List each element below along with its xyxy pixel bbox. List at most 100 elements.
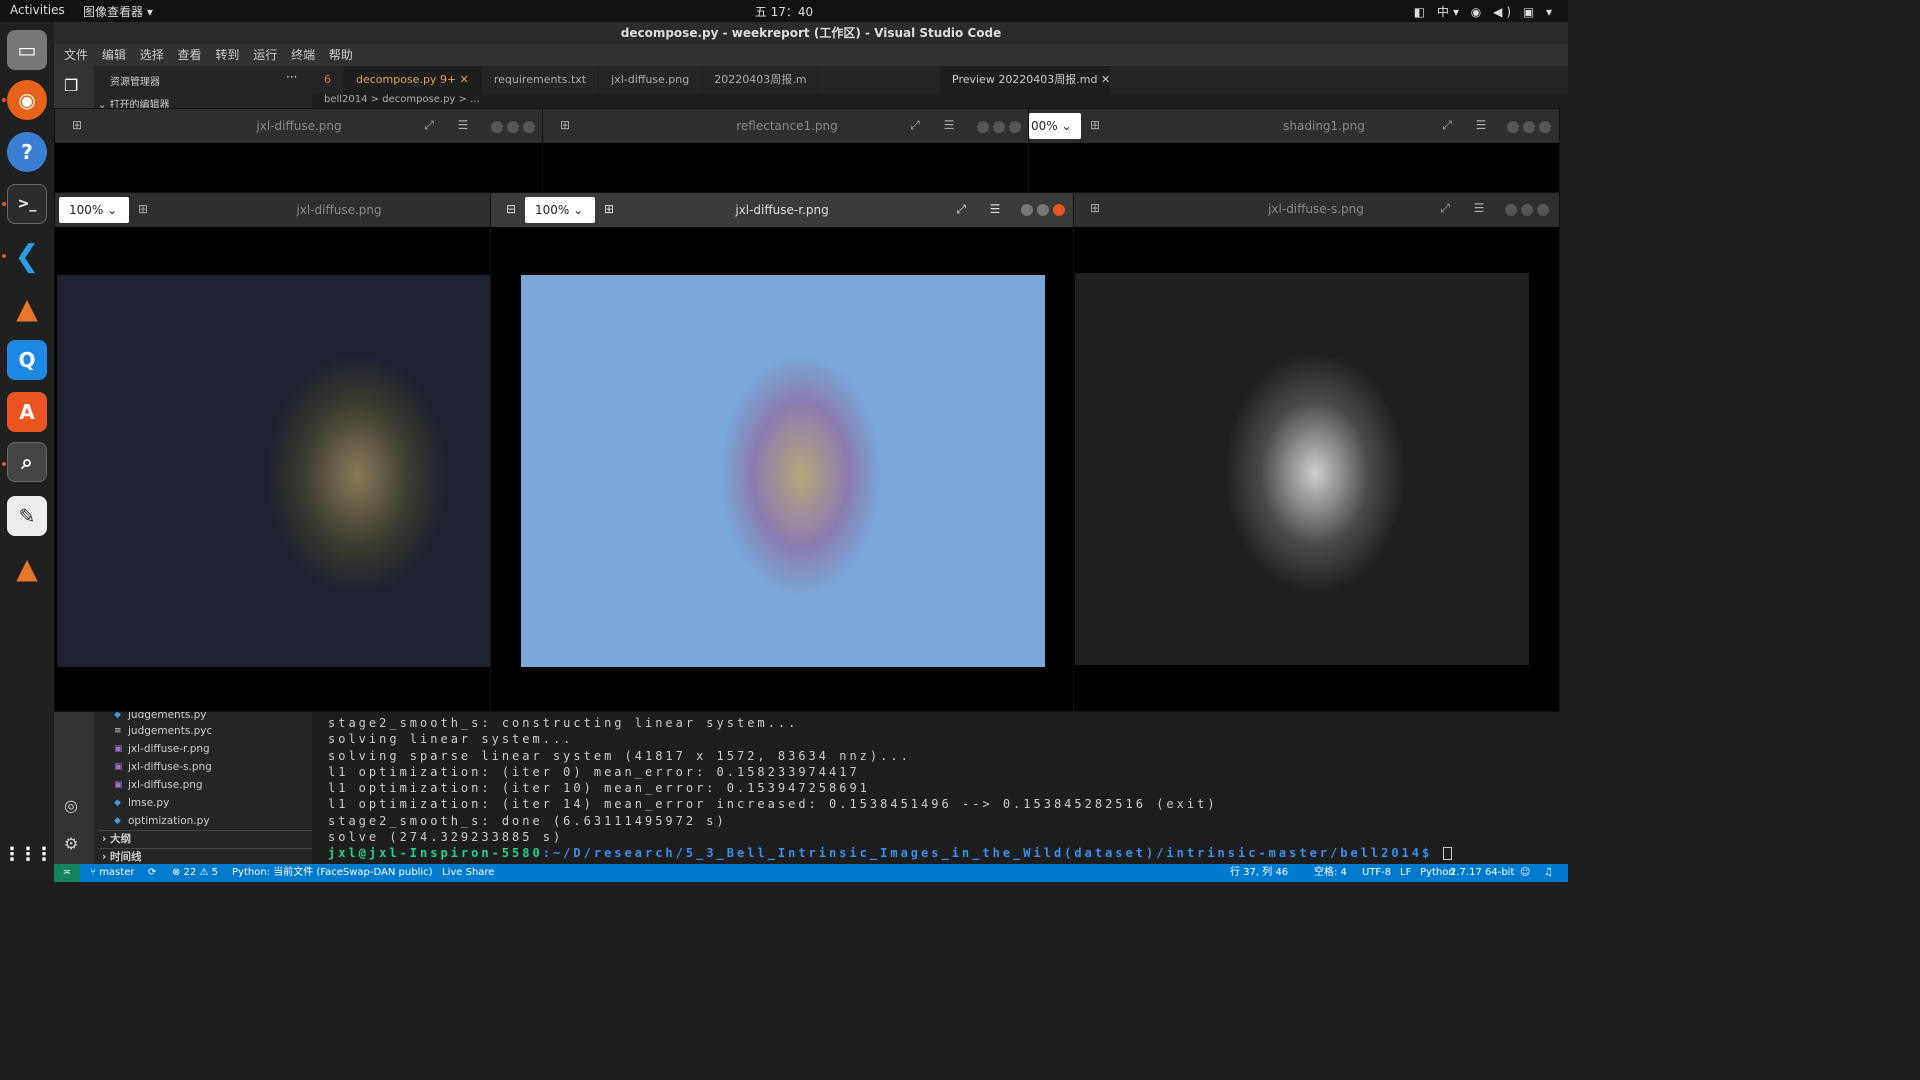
menu-terminal[interactable]: 终端: [291, 48, 315, 62]
tab-weekly-report[interactable]: 20220403周报.m: [702, 66, 820, 94]
image-viewer-icon[interactable]: ⌕: [7, 442, 47, 482]
maximize-button[interactable]: [1523, 121, 1535, 133]
interpreter[interactable]: 2.7.17 64-bit: [1450, 864, 1514, 882]
list-item[interactable]: ≡ judgements.pyc: [114, 722, 213, 740]
minimize-button[interactable]: [1507, 121, 1519, 133]
list-item[interactable]: ▣ jxl-diffuse.png: [114, 776, 203, 794]
maximize-button[interactable]: [1037, 204, 1049, 216]
system-tray[interactable]: ◧ 中▾ ◉ ◀) ▣ ▾: [1414, 3, 1556, 20]
feedback-icon[interactable]: ☺: [1520, 864, 1530, 882]
maximize-button[interactable]: [1521, 204, 1533, 216]
cursor-position[interactable]: 行 37, 列 46: [1230, 864, 1288, 882]
fullscreen-icon[interactable]: ⤢: [907, 118, 923, 134]
text-editor-icon[interactable]: ✎: [7, 496, 47, 536]
matlab-icon[interactable]: ▲: [7, 288, 47, 328]
menu-icon[interactable]: ☰: [1471, 201, 1487, 217]
fullscreen-icon[interactable]: ⤢: [953, 202, 969, 218]
terminal-line: solve (274.329233885 s): [328, 830, 564, 845]
file-name: judgements.pyc: [128, 725, 213, 737]
close-button[interactable]: [1009, 121, 1021, 133]
terminal-panel[interactable]: stage2_smooth_s: constructing linear sys…: [312, 712, 1568, 864]
encoding[interactable]: UTF-8: [1362, 864, 1391, 882]
tab-preview[interactable]: Preview 20220403周报.md ✕: [940, 66, 1110, 94]
preview-tabs: Preview 20220403周报.md ✕: [940, 66, 1568, 94]
running-indicator: [2, 202, 6, 206]
fullscreen-icon[interactable]: ⤢: [421, 118, 437, 134]
minimize-button[interactable]: [1505, 204, 1517, 216]
menu-selection[interactable]: 选择: [140, 48, 164, 62]
more-actions-icon[interactable]: ···: [286, 70, 297, 84]
minimize-button[interactable]: [491, 121, 503, 133]
editor-tabs: 6 decompose.py 9+ ✕ requirements.txt jxl…: [312, 66, 940, 94]
outline-section[interactable]: › 大纲: [98, 830, 312, 846]
image-viewer-shading: ⊞ jxl-diffuse-s.png ⤢ ☰: [1072, 192, 1560, 712]
settings-gear-icon[interactable]: ⚙: [64, 834, 78, 853]
terminal-line: l1 optimization: (iter 0) mean_error: 0.…: [328, 764, 860, 779]
software-center-icon[interactable]: A: [7, 392, 47, 432]
list-item[interactable]: ◆ optimization.py: [114, 812, 210, 830]
input-method-indicator[interactable]: 中: [1437, 5, 1453, 19]
minimize-button[interactable]: [1021, 204, 1033, 216]
git-branch[interactable]: ⑂ master: [90, 864, 134, 882]
eol[interactable]: LF: [1400, 864, 1411, 882]
notifications-icon[interactable]: ♫: [1544, 864, 1553, 882]
viewer-title: jxl-diffuse.png: [296, 203, 382, 217]
tab-decompose-py[interactable]: decompose.py 9+ ✕: [344, 66, 482, 94]
fullscreen-icon[interactable]: ⤢: [1437, 201, 1453, 217]
menu-run[interactable]: 运行: [253, 48, 277, 62]
maximize-button[interactable]: [993, 121, 1005, 133]
indentation[interactable]: 空格: 4: [1314, 864, 1347, 882]
tab-6[interactable]: 6: [312, 66, 344, 94]
photo-reflectance: [521, 275, 1045, 667]
menu-icon[interactable]: ☰: [987, 202, 1003, 218]
menu-view[interactable]: 查看: [178, 48, 202, 62]
running-indicator: [2, 98, 6, 102]
image-viewer-back-2: ⊞ reflectance1.png ⤢ ☰: [542, 108, 1032, 198]
terminal-line: l1 optimization: (iter 10) mean_error: 0…: [328, 781, 870, 796]
terminal-cursor: [1442, 847, 1452, 861]
tab-jxl-diffuse[interactable]: jxl-diffuse.png: [599, 66, 703, 94]
explorer-icon[interactable]: ❐: [64, 76, 78, 95]
firefox-icon[interactable]: ◉: [7, 80, 47, 120]
file-name: jxl-diffuse-r.png: [128, 743, 210, 755]
python-env[interactable]: Python: 当前文件 (FaceSwap-DAN public): [232, 864, 433, 882]
problems-count[interactable]: ⊗ 22 ⚠ 5: [172, 864, 218, 882]
messenger-icon[interactable]: Q: [7, 340, 47, 380]
show-apps-icon[interactable]: ⋮⋮⋮: [3, 834, 53, 874]
sync-icon[interactable]: ⟳: [148, 864, 156, 882]
image-viewer-back-3: 00% ⌄ ⊞ shading1.png ⤢ ☰: [1028, 108, 1560, 198]
menu-file[interactable]: 文件: [64, 48, 88, 62]
terminal-icon[interactable]: >_: [7, 184, 47, 224]
menu-edit[interactable]: 编辑: [102, 48, 126, 62]
close-button[interactable]: [1539, 121, 1551, 133]
vscode-icon[interactable]: ❮: [7, 236, 47, 276]
list-item[interactable]: ▣ jxl-diffuse-s.png: [114, 758, 212, 776]
close-button[interactable]: [1053, 204, 1065, 216]
list-item[interactable]: ◆ lmse.py: [114, 794, 169, 812]
close-button[interactable]: [1537, 204, 1549, 216]
timeline-section[interactable]: › 时间线: [98, 848, 312, 864]
matlab-icon-2[interactable]: ▲: [7, 548, 47, 588]
menu-go[interactable]: 转到: [215, 48, 239, 62]
menu-help[interactable]: 帮助: [329, 48, 353, 62]
help-icon[interactable]: ?: [7, 132, 47, 172]
accounts-icon[interactable]: ◎: [64, 796, 78, 815]
zoom-select[interactable]: 100% ⌄: [59, 197, 129, 223]
menu-icon[interactable]: ☰: [455, 118, 471, 134]
menu-icon[interactable]: ☰: [1473, 118, 1489, 134]
maximize-button[interactable]: [507, 121, 519, 133]
fullscreen-icon[interactable]: ⤢: [1439, 118, 1455, 134]
list-item[interactable]: ▣ jxl-diffuse-r.png: [114, 740, 210, 758]
zoom-select[interactable]: 00% ⌄: [1029, 113, 1081, 139]
viewer-header: 00% ⌄ ⊞ shading1.png ⤢ ☰: [1029, 109, 1559, 143]
minimize-button[interactable]: [977, 121, 989, 133]
close-button[interactable]: [523, 121, 535, 133]
live-share-button[interactable]: Live Share: [442, 864, 494, 882]
zoom-value: 100%: [69, 203, 104, 217]
files-icon[interactable]: ▭: [7, 30, 47, 70]
tab-requirements[interactable]: requirements.txt: [482, 66, 600, 94]
close-icon[interactable]: ✕: [460, 73, 469, 86]
menu-icon[interactable]: ☰: [941, 118, 957, 134]
remote-icon[interactable]: ≍: [54, 864, 80, 882]
clock[interactable]: 五 17：40: [0, 3, 1568, 20]
